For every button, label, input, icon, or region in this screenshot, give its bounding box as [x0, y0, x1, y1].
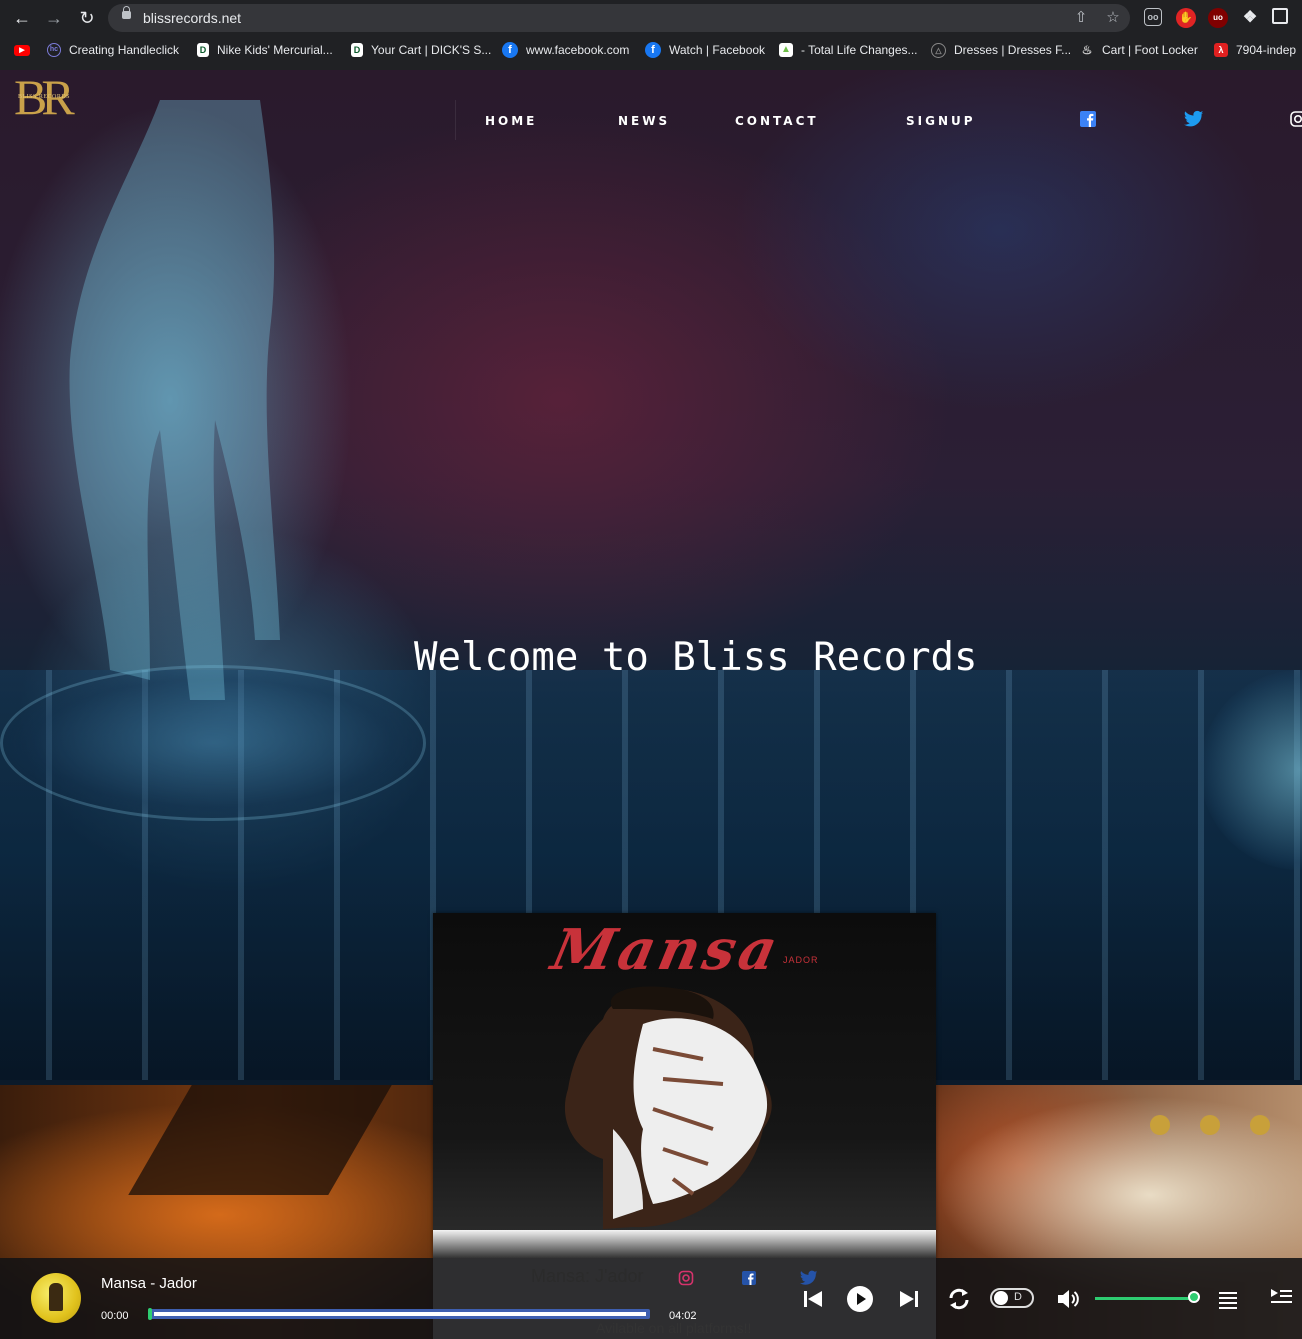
track-thumbnail[interactable] — [31, 1273, 81, 1323]
progress-bar[interactable] — [150, 1309, 650, 1319]
reload-icon[interactable]: ↻ — [75, 6, 99, 30]
ublock-extension-icon[interactable]: uo — [1208, 8, 1228, 28]
album-portrait-image — [564, 986, 772, 1229]
acrobat-icon: λ — [1214, 43, 1228, 57]
back-arrow-icon[interactable]: ← — [10, 6, 34, 30]
play-icon[interactable] — [846, 1285, 874, 1313]
facebook-icon[interactable] — [1079, 110, 1097, 128]
album-cover-title: Mansa — [545, 917, 787, 983]
website-viewport: BR BLISS RECORDS HOME NEWS CONTACT SIGNU… — [0, 70, 1302, 1339]
reader-extension-icon[interactable]: oo — [1144, 8, 1162, 26]
toggle-label: D — [1014, 1291, 1022, 1303]
share-icon[interactable]: ⇧ — [1072, 9, 1090, 27]
dj-hand-image — [69, 100, 280, 700]
bookmark-total-life[interactable]: ▲ - Total Life Changes... — [779, 40, 918, 60]
queue-icon[interactable] — [1268, 1284, 1294, 1310]
bookmark-facebook-watch[interactable]: f Watch | Facebook — [645, 40, 765, 60]
nav-news[interactable]: NEWS — [618, 114, 670, 128]
dresses-icon: △ — [931, 42, 946, 58]
album-cover-image[interactable]: Mansa JADOR — [433, 913, 936, 1233]
card-fade — [433, 1230, 936, 1258]
volume-slider[interactable] — [1095, 1297, 1195, 1300]
bookmark-label: Your Cart | DICK'S S... — [371, 43, 492, 57]
twitter-icon[interactable] — [800, 1270, 818, 1286]
bookmark-dresses[interactable]: △ Dresses | Dresses F... — [931, 40, 1071, 60]
guitar-tuners-image — [1150, 1115, 1270, 1135]
extensions-puzzle-icon[interactable]: ❖ — [1240, 8, 1260, 28]
next-track-icon[interactable] — [896, 1286, 922, 1312]
browser-chrome: ← → ↻ blissrecords.net ⇧ ☆ oo ✋ uo ❖ ▶ h… — [0, 0, 1302, 70]
bookmark-dicks-cart[interactable]: D Your Cart | DICK'S S... — [351, 40, 491, 60]
bookmark-label: Creating Handleclick — [69, 43, 180, 57]
progress-knob[interactable] — [148, 1308, 152, 1320]
album-cover-artist: JADOR — [783, 955, 819, 965]
youtube-icon: ▶ — [14, 44, 30, 56]
progress-track — [154, 1312, 646, 1316]
bookmark-label: Cart | Foot Locker — [1102, 43, 1198, 57]
repeat-icon[interactable] — [946, 1286, 972, 1312]
site-logo[interactable]: BR BLISS RECORDS — [14, 72, 92, 122]
availability-note: Avilable on all platforms!! — [596, 1320, 752, 1336]
facebook-icon: f — [502, 42, 518, 58]
url-text: blissrecords.net — [143, 10, 242, 26]
site-nav: HOME NEWS CONTACT SIGNUP — [455, 100, 1302, 140]
facebook-icon[interactable] — [741, 1270, 757, 1286]
facebook-icon: f — [645, 42, 661, 58]
footlocker-icon: ♨ — [1081, 43, 1093, 57]
bookmarks-bar: ▶ hc Creating Handleclick D Nike Kids' M… — [0, 38, 1302, 62]
side-panel-icon[interactable] — [1272, 8, 1288, 24]
bookmark-youtube[interactable]: ▶ — [14, 40, 38, 60]
bookmark-nike-kids[interactable]: D Nike Kids' Mercurial... — [197, 40, 333, 60]
volume-knob[interactable] — [1188, 1291, 1200, 1303]
bookmark-foot-locker[interactable]: ♨ Cart | Foot Locker — [1080, 40, 1198, 60]
address-bar[interactable]: blissrecords.net ⇧ ☆ — [108, 4, 1130, 32]
dicks-icon: D — [197, 43, 209, 57]
guitar-neck-image — [128, 1085, 392, 1195]
bookmark-facebook[interactable]: f www.facebook.com — [502, 40, 629, 60]
bookmark-label: 7904-indep — [1236, 43, 1297, 57]
bookmark-label: Dresses | Dresses F... — [954, 43, 1072, 57]
volume-icon[interactable] — [1055, 1286, 1081, 1312]
browser-toolbar: ← → ↻ blissrecords.net ⇧ ☆ oo ✋ uo ❖ — [0, 0, 1302, 36]
bookmark-label: Nike Kids' Mercurial... — [217, 43, 333, 57]
instagram-icon[interactable] — [678, 1270, 694, 1286]
album-caption: Mansa: J'ador — [531, 1266, 644, 1286]
handleclick-icon: hc — [47, 43, 61, 57]
playlist-icon[interactable] — [1216, 1286, 1242, 1312]
adblock-extension-icon[interactable]: ✋ — [1176, 8, 1196, 28]
music-player: Mansa - Jador 00:00 04:02 Mansa: J'ador … — [0, 1258, 1302, 1339]
instagram-icon[interactable] — [1289, 110, 1302, 128]
bookmark-label: - Total Life Changes... — [801, 43, 918, 57]
bookmark-label: www.facebook.com — [526, 43, 630, 57]
hero-title: Welcome to Bliss Records — [414, 635, 978, 680]
bookmark-handleclick[interactable]: hc Creating Handleclick — [47, 40, 179, 60]
current-time: 00:00 — [101, 1310, 129, 1322]
dark-mode-toggle[interactable]: D — [990, 1288, 1034, 1308]
twitter-icon[interactable] — [1184, 110, 1204, 128]
bookmark-star-icon[interactable]: ☆ — [1104, 9, 1122, 27]
toggle-knob — [994, 1291, 1008, 1305]
bookmark-7904[interactable]: λ 7904-indep — [1214, 40, 1296, 60]
track-title: Mansa - Jador — [101, 1275, 197, 1292]
previous-track-icon[interactable] — [800, 1286, 826, 1312]
logo-subtitle: BLISS RECORDS — [18, 94, 71, 100]
nav-signup[interactable]: SIGNUP — [906, 114, 976, 128]
thumbnail-figure — [49, 1283, 63, 1311]
dicks-icon: D — [351, 43, 363, 57]
lock-icon — [122, 6, 131, 19]
forward-arrow-icon[interactable]: → — [42, 6, 66, 30]
nav-contact[interactable]: CONTACT — [735, 114, 819, 128]
bookmark-label: Watch | Facebook — [669, 43, 766, 57]
nav-home[interactable]: HOME — [485, 114, 537, 128]
tlc-icon: ▲ — [779, 43, 793, 57]
